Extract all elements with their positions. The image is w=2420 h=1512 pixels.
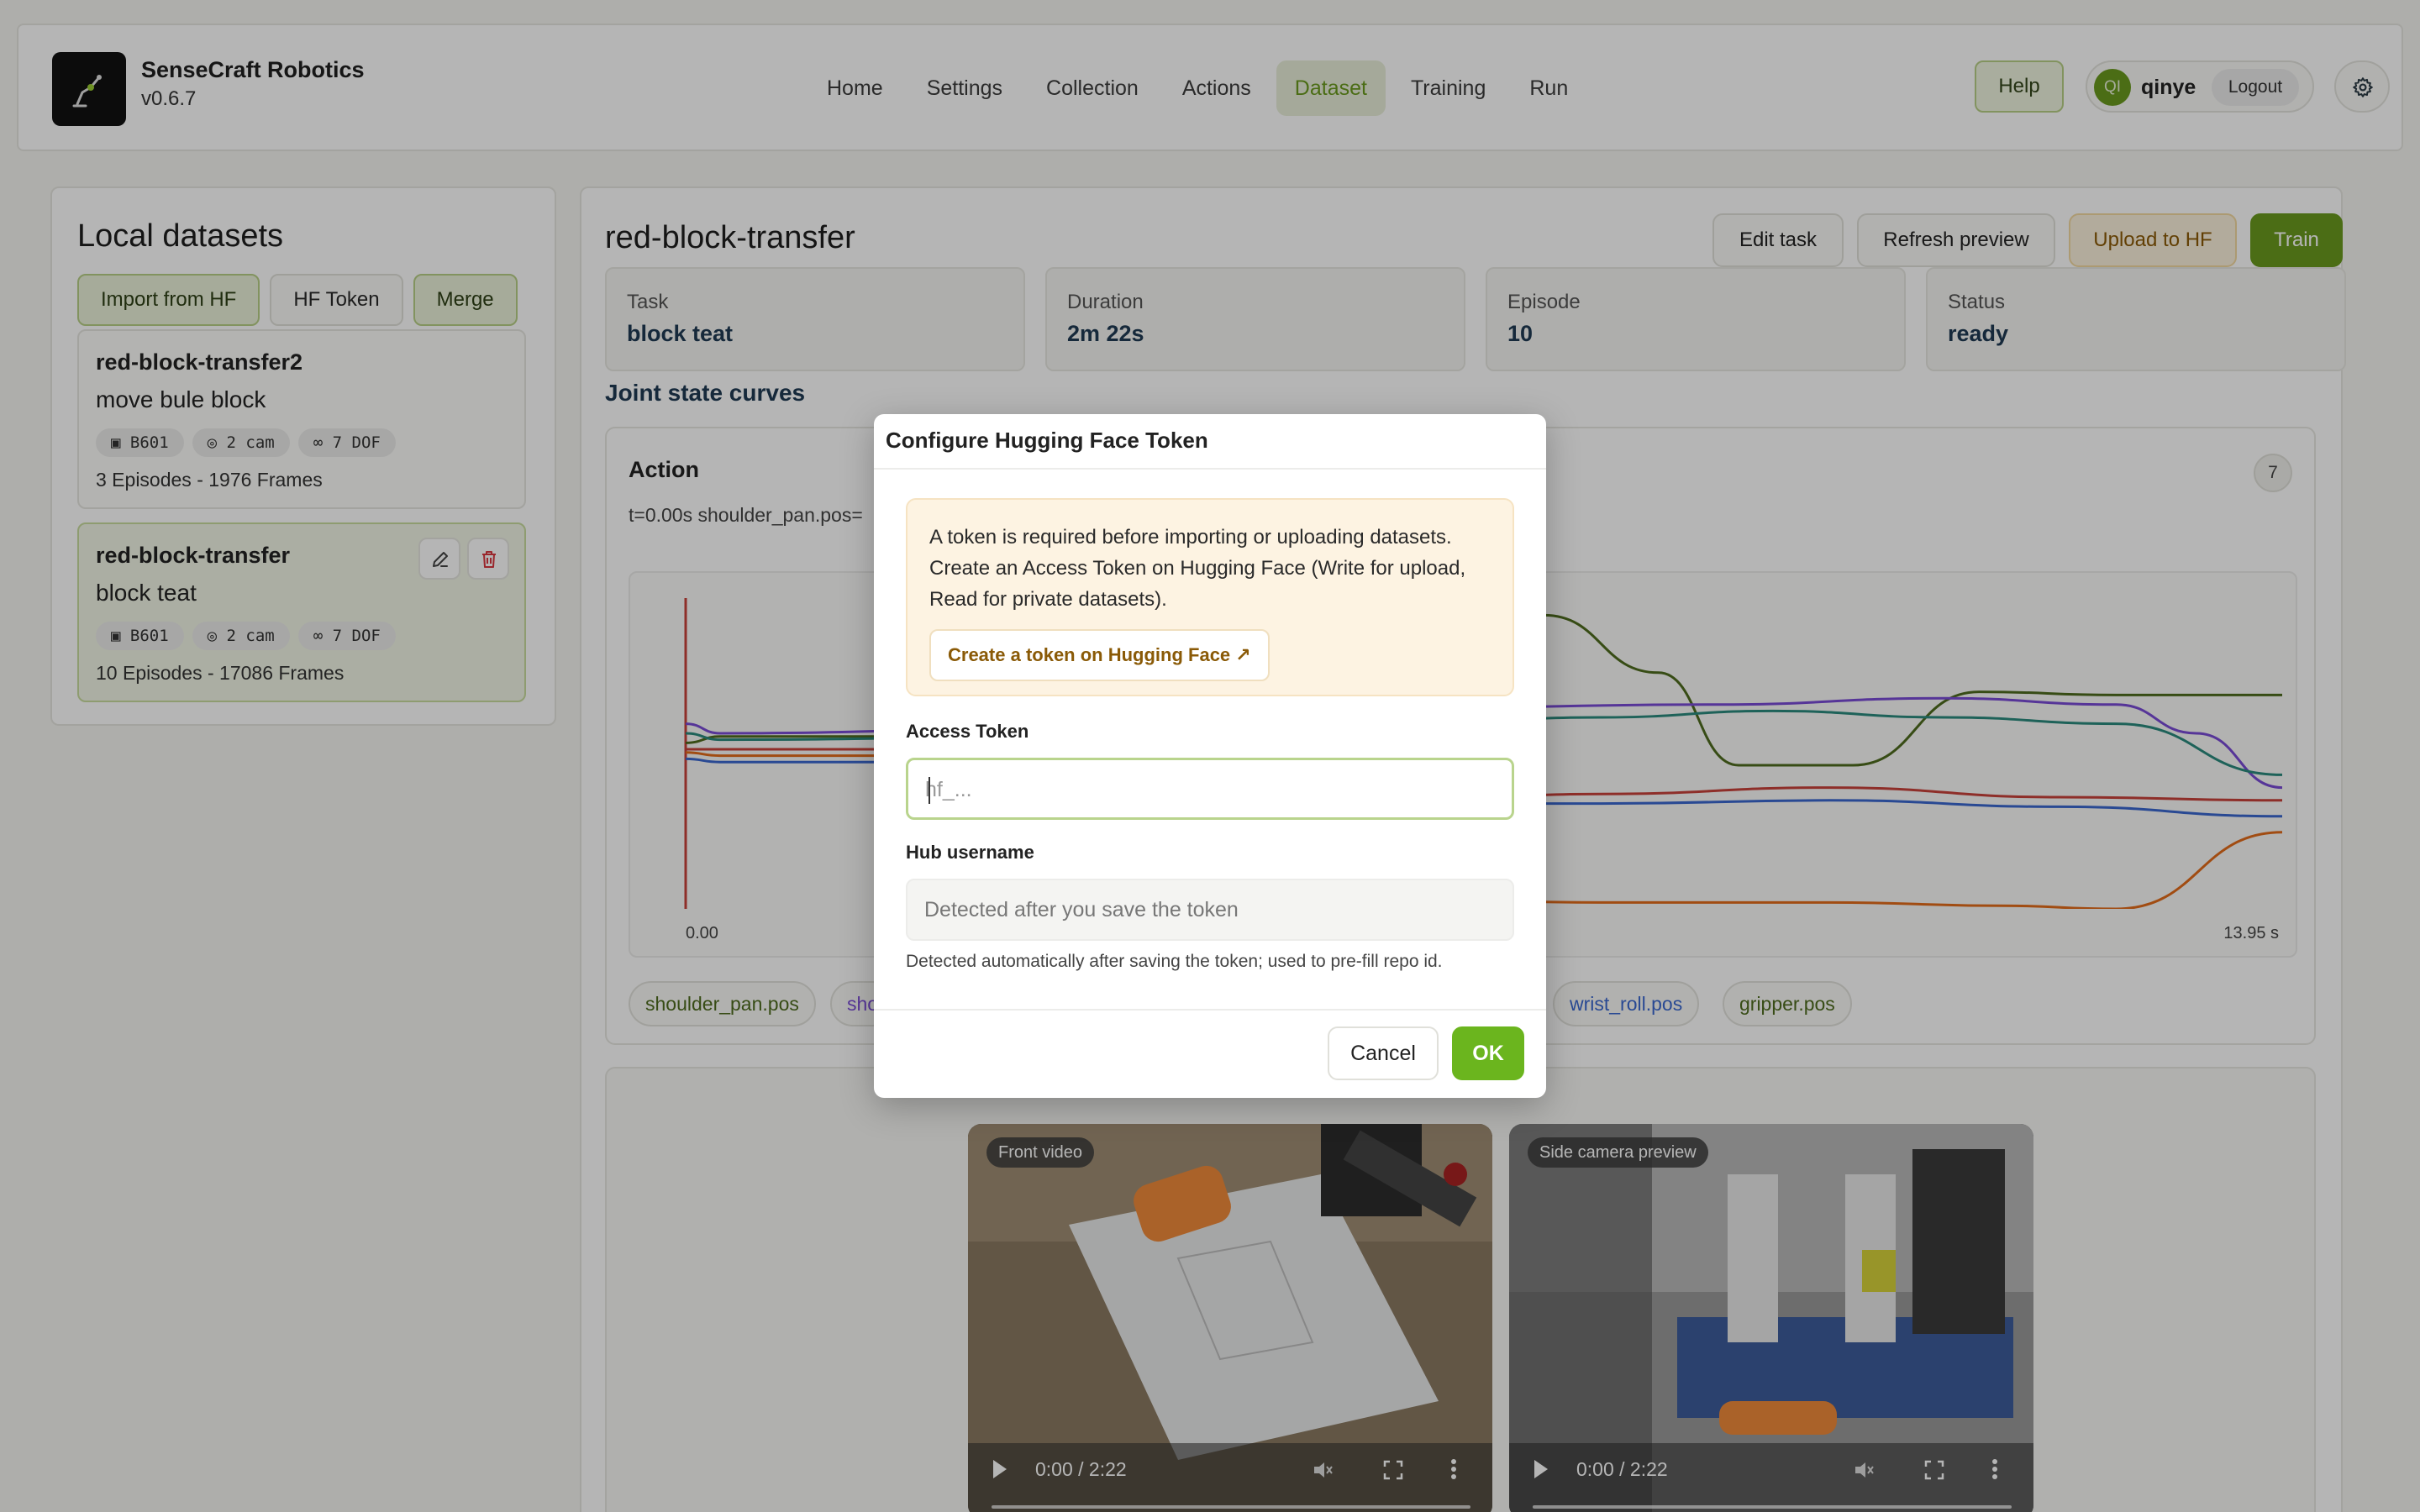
token-info-text: A token is required before importing or … [929, 526, 1466, 611]
hub-username-label: Hub username [906, 842, 1034, 863]
divider [874, 468, 1546, 470]
access-token-label: Access Token [906, 721, 1029, 742]
hub-username-placeholder: Detected after you save the token [924, 898, 1239, 921]
token-info-box: A token is required before importing or … [906, 498, 1514, 696]
hf-token-dialog: Configure Hugging Face Token A token is … [874, 414, 1546, 1098]
hub-username-hint: Detected automatically after saving the … [906, 952, 1443, 971]
divider [874, 1009, 1546, 1011]
create-token-link[interactable]: Create a token on Hugging Face ↗ [929, 629, 1270, 681]
ok-button[interactable]: OK [1452, 1026, 1524, 1080]
text-caret [929, 777, 930, 804]
hub-username-input[interactable]: Detected after you save the token [906, 879, 1514, 941]
cancel-button[interactable]: Cancel [1328, 1026, 1439, 1080]
access-token-input[interactable]: hf_... [906, 758, 1514, 820]
access-token-placeholder: hf_... [925, 778, 972, 801]
dialog-title: Configure Hugging Face Token [886, 428, 1208, 453]
